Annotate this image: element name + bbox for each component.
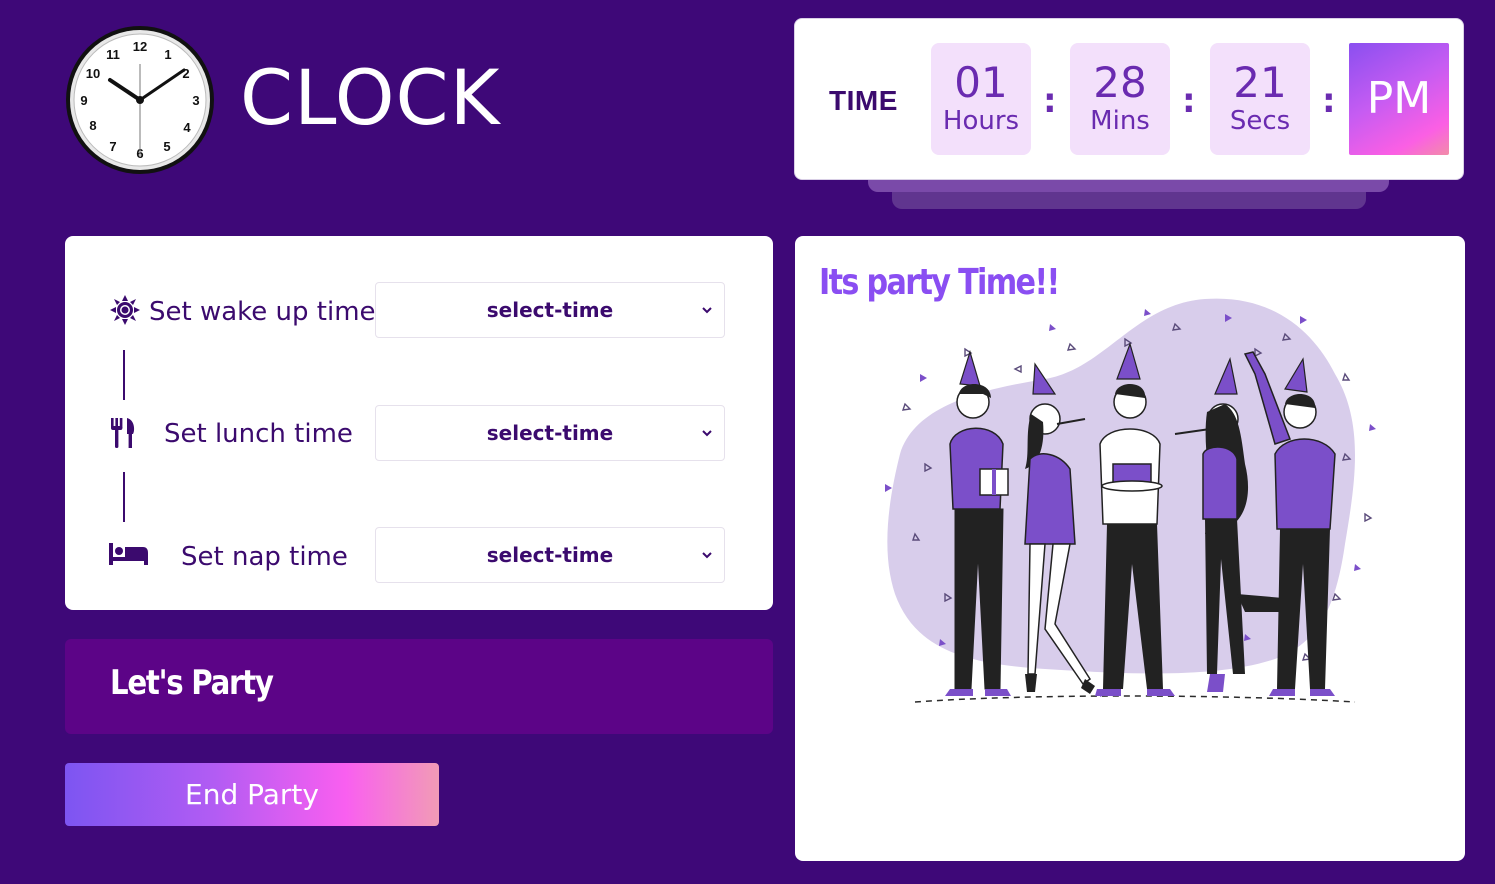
party-banner: Let's Party bbox=[65, 639, 773, 734]
hours-unit: Hours bbox=[942, 106, 1020, 136]
chevron-down-icon bbox=[702, 552, 712, 559]
time-separator: : bbox=[1043, 81, 1057, 121]
clock-number: 3 bbox=[192, 93, 199, 108]
clock-number: 4 bbox=[183, 120, 191, 135]
sun-icon bbox=[109, 294, 141, 330]
minutes-unit: Mins bbox=[1090, 106, 1150, 136]
hours-box: 01 Hours bbox=[931, 43, 1031, 155]
minutes-box: 28 Mins bbox=[1070, 43, 1170, 155]
minutes-value: 28 bbox=[1093, 58, 1147, 107]
clock-number: 9 bbox=[80, 93, 87, 108]
party-banner-text: Let's Party bbox=[110, 663, 274, 703]
timeline-connector bbox=[123, 350, 125, 400]
timeline-connector bbox=[123, 472, 125, 522]
wake-up-select-value: select-time bbox=[486, 298, 614, 322]
hours-value: 01 bbox=[954, 58, 1008, 107]
lunch-label: Set lunch time bbox=[164, 419, 353, 449]
fork-knife-icon bbox=[109, 417, 137, 453]
clock-number: 11 bbox=[106, 47, 120, 62]
seconds-unit: Secs bbox=[1229, 106, 1291, 136]
time-separator: : bbox=[1322, 81, 1336, 121]
clock-number: 7 bbox=[109, 139, 116, 154]
nap-select-value: select-time bbox=[486, 543, 614, 567]
time-label: TIME bbox=[829, 85, 898, 116]
time-separator: : bbox=[1182, 81, 1196, 121]
chevron-down-icon bbox=[702, 430, 712, 437]
wake-up-label: Set wake up time bbox=[149, 297, 376, 327]
party-card: Its party Time!! bbox=[795, 236, 1465, 861]
wake-up-time-select[interactable]: select-time bbox=[375, 282, 725, 338]
clock-number: 5 bbox=[163, 139, 170, 154]
clock-number: 12 bbox=[133, 39, 147, 54]
party-people-illustration bbox=[845, 294, 1405, 724]
ampm-indicator: PM bbox=[1349, 43, 1449, 155]
seconds-value: 21 bbox=[1233, 58, 1287, 107]
clock-number: 1 bbox=[164, 47, 171, 62]
chevron-down-icon bbox=[702, 307, 712, 314]
time-display-card: TIME 01 Hours : 28 Mins : 21 Secs : PM bbox=[794, 18, 1464, 180]
seconds-box: 21 Secs bbox=[1210, 43, 1310, 155]
lunch-time-select[interactable]: select-time bbox=[375, 405, 725, 461]
analog-clock-icon: 12 1 2 3 4 5 6 7 8 9 10 11 bbox=[64, 24, 216, 176]
nap-label: Set nap time bbox=[181, 542, 348, 572]
card-shadow-layer bbox=[892, 190, 1366, 209]
nap-time-select[interactable]: select-time bbox=[375, 527, 725, 583]
app-title: CLOCK bbox=[240, 53, 501, 142]
clock-number: 2 bbox=[182, 66, 189, 81]
settings-card: Set wake up time select-time Set lunch t… bbox=[65, 236, 773, 610]
end-party-button[interactable]: End Party bbox=[65, 763, 439, 826]
lunch-select-value: select-time bbox=[486, 421, 614, 445]
clock-number: 10 bbox=[86, 66, 100, 81]
bed-icon bbox=[109, 542, 149, 570]
clock-number: 8 bbox=[89, 118, 96, 133]
